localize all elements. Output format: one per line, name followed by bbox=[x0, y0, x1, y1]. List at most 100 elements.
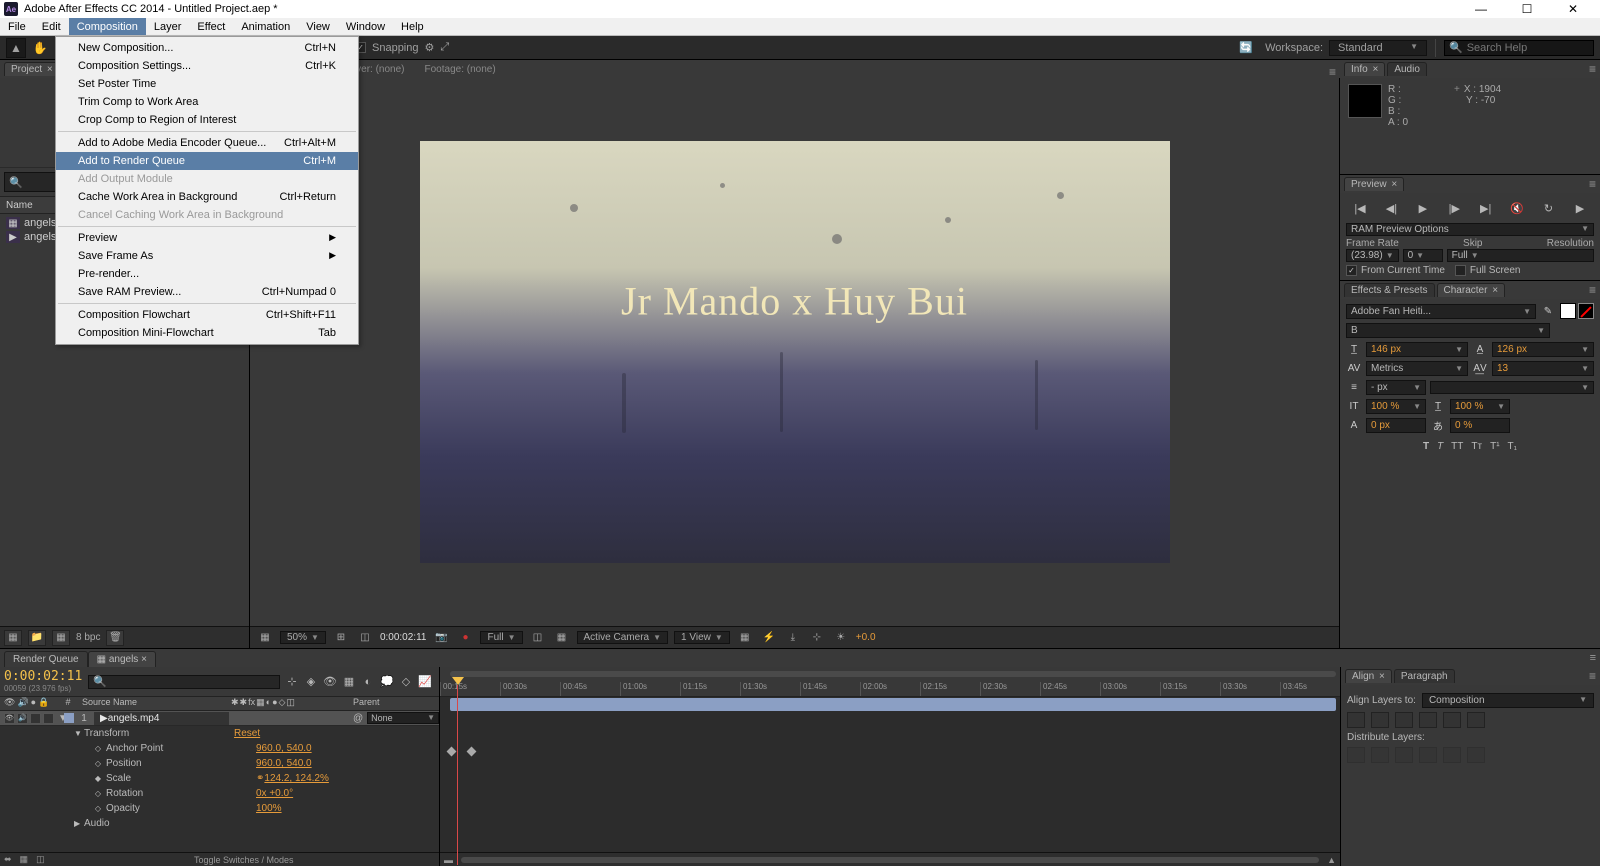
delete-button[interactable]: 🗑 bbox=[106, 630, 124, 646]
timeline-tracks[interactable]: 00:15s00:30s00:45s01:00s01:15s01:30s01:4… bbox=[440, 667, 1340, 866]
close-button[interactable]: ✕ bbox=[1550, 0, 1596, 18]
stopwatch-icon[interactable]: ◇ bbox=[92, 805, 104, 813]
new-comp-button[interactable]: ▦ bbox=[52, 630, 70, 646]
current-time[interactable]: 0:00:02:11 bbox=[380, 632, 427, 643]
menu-item[interactable]: Composition Mini-FlowchartTab bbox=[56, 324, 358, 342]
pixel-aspect-icon[interactable]: ▦ bbox=[736, 630, 754, 646]
allcaps-button[interactable]: TT bbox=[1451, 441, 1463, 452]
solo-toggle[interactable] bbox=[30, 713, 41, 724]
project-tab[interactable]: Project × bbox=[4, 62, 60, 76]
toggle-switches-button[interactable]: Toggle Switches / Modes bbox=[53, 855, 435, 865]
paragraph-tab[interactable]: Paragraph bbox=[1394, 669, 1455, 683]
resolution-selector[interactable]: Full▼ bbox=[480, 631, 522, 644]
pickwhip-icon[interactable]: @ bbox=[353, 713, 363, 724]
close-icon[interactable]: × bbox=[1391, 179, 1397, 190]
color-depth[interactable]: 8 bpc bbox=[76, 632, 100, 643]
skip-select[interactable]: 0▼ bbox=[1403, 249, 1443, 262]
parent-column[interactable]: Parent bbox=[349, 697, 439, 710]
distribute-bottom-button[interactable] bbox=[1395, 747, 1413, 763]
flowchart-icon[interactable]: ⊹ bbox=[808, 630, 826, 646]
timeline-search[interactable]: 🔍 bbox=[88, 675, 280, 689]
reset-link[interactable]: Reset bbox=[234, 728, 260, 739]
menu-item[interactable]: Set Poster Time bbox=[56, 75, 358, 93]
horizontal-scale-input[interactable]: 100 %▼ bbox=[1450, 399, 1510, 414]
zoom-in-icon[interactable]: ▲ bbox=[1327, 855, 1336, 865]
menu-item[interactable]: Add Output Module bbox=[56, 170, 358, 188]
smallcaps-button[interactable]: Tᴛ bbox=[1471, 441, 1482, 452]
tracking-input[interactable]: 13▼ bbox=[1492, 361, 1594, 376]
snapping-options-icon[interactable]: ⚙ bbox=[425, 41, 435, 54]
minimize-button[interactable]: — bbox=[1458, 0, 1504, 18]
property-row[interactable]: ◇Anchor Point960.0, 540.0 bbox=[0, 741, 439, 756]
sync-settings-icon[interactable]: 🔄 bbox=[1239, 41, 1253, 54]
close-icon[interactable]: × bbox=[1379, 671, 1385, 682]
panel-menu-icon[interactable]: ≡ bbox=[1590, 652, 1596, 664]
align-vcenter-button[interactable] bbox=[1443, 712, 1461, 728]
show-channel-icon[interactable]: ● bbox=[456, 630, 474, 646]
fill-color-swatch[interactable] bbox=[1560, 303, 1576, 319]
source-name-column[interactable]: Source Name bbox=[78, 697, 229, 710]
keyframe[interactable] bbox=[447, 747, 457, 757]
menu-item[interactable]: Add to Render QueueCtrl+M bbox=[56, 152, 358, 170]
transparency-grid-icon[interactable]: ▦ bbox=[553, 630, 571, 646]
menu-file[interactable]: File bbox=[0, 18, 34, 35]
align-top-button[interactable] bbox=[1419, 712, 1437, 728]
superscript-button[interactable]: T¹ bbox=[1490, 441, 1499, 452]
graph-editor-icon[interactable]: 📈 bbox=[417, 674, 433, 690]
hand-tool[interactable]: ✋ bbox=[30, 38, 50, 58]
snapping-toggle[interactable]: ✓ Snapping ⚙ ⤢ bbox=[355, 41, 449, 54]
loop-button[interactable]: ↻ bbox=[1539, 199, 1559, 217]
character-tab[interactable]: Character × bbox=[1437, 283, 1506, 297]
comp-mini-flowchart-icon[interactable]: ⊹ bbox=[284, 674, 300, 690]
draft-3d-icon[interactable]: ◈ bbox=[303, 674, 319, 690]
menu-item[interactable]: Trim Comp to Work Area bbox=[56, 93, 358, 111]
fast-previews-icon[interactable]: ⚡ bbox=[760, 630, 778, 646]
always-preview-icon[interactable]: ▦ bbox=[256, 630, 274, 646]
timeline-comp-tab[interactable]: ▦ angels × bbox=[88, 651, 156, 667]
audio-toggle[interactable]: 🔊 bbox=[17, 713, 28, 724]
align-hcenter-button[interactable] bbox=[1371, 712, 1389, 728]
stroke-color-swatch[interactable] bbox=[1578, 303, 1594, 319]
first-frame-button[interactable]: |◀ bbox=[1350, 199, 1370, 217]
property-row[interactable]: ◇Rotation0x +0.0° bbox=[0, 786, 439, 801]
stroke-style-select[interactable]: ▼ bbox=[1430, 381, 1594, 394]
video-column-icon[interactable]: 👁 bbox=[4, 697, 15, 710]
camera-selector[interactable]: Active Camera▼ bbox=[577, 631, 669, 644]
align-right-button[interactable] bbox=[1395, 712, 1413, 728]
baseline-shift-input[interactable]: 0 px bbox=[1366, 418, 1426, 433]
menu-item[interactable]: New Composition...Ctrl+N bbox=[56, 39, 358, 57]
stopwatch-icon[interactable]: ◇ bbox=[92, 745, 104, 753]
exposure-value[interactable]: +0.0 bbox=[856, 632, 876, 643]
toggle-transparency-icon[interactable]: ▦ bbox=[20, 854, 29, 865]
snapping-expand-icon[interactable]: ⤢ bbox=[440, 41, 449, 54]
menu-view[interactable]: View bbox=[298, 18, 338, 35]
prev-frame-button[interactable]: ◀| bbox=[1381, 199, 1401, 217]
distribute-right-button[interactable] bbox=[1467, 747, 1485, 763]
font-size-input[interactable]: 146 px▼ bbox=[1366, 342, 1468, 357]
auto-keyframe-icon[interactable]: ◇ bbox=[398, 674, 414, 690]
stopwatch-icon[interactable]: ◆ bbox=[92, 775, 104, 783]
mask-icon[interactable]: ◫ bbox=[356, 630, 374, 646]
maximize-button[interactable]: ☐ bbox=[1504, 0, 1550, 18]
twirl-icon[interactable]: ▶ bbox=[74, 819, 84, 828]
time-ruler[interactable]: 00:15s00:30s00:45s01:00s01:15s01:30s01:4… bbox=[440, 667, 1340, 697]
keyframe[interactable] bbox=[467, 747, 477, 757]
workspace-dropdown[interactable]: Standard▼ bbox=[1329, 40, 1427, 56]
panel-menu-icon[interactable]: ≡ bbox=[1589, 177, 1596, 191]
preview-tab[interactable]: Preview × bbox=[1344, 177, 1404, 191]
menu-window[interactable]: Window bbox=[338, 18, 393, 35]
distribute-hcenter-button[interactable] bbox=[1443, 747, 1461, 763]
menu-layer[interactable]: Layer bbox=[146, 18, 190, 35]
brainstorm-icon[interactable]: 💭 bbox=[379, 674, 395, 690]
menu-item[interactable]: Cache Work Area in BackgroundCtrl+Return bbox=[56, 188, 358, 206]
twirl-icon[interactable]: ▼ bbox=[74, 729, 84, 738]
menu-item[interactable]: Cancel Caching Work Area in Background bbox=[56, 206, 358, 224]
font-style-select[interactable]: B▼ bbox=[1346, 323, 1550, 338]
play-button[interactable]: ▶ bbox=[1413, 199, 1433, 217]
frame-rate-select[interactable]: (23.98)▼ bbox=[1346, 249, 1399, 262]
menu-item[interactable]: Save Frame As▶ bbox=[56, 247, 358, 265]
new-folder-button[interactable]: 📁 bbox=[28, 630, 46, 646]
snapshot-icon[interactable]: 📷 bbox=[432, 630, 450, 646]
menu-item[interactable]: Composition Settings...Ctrl+K bbox=[56, 57, 358, 75]
italic-button[interactable]: T bbox=[1437, 441, 1443, 452]
